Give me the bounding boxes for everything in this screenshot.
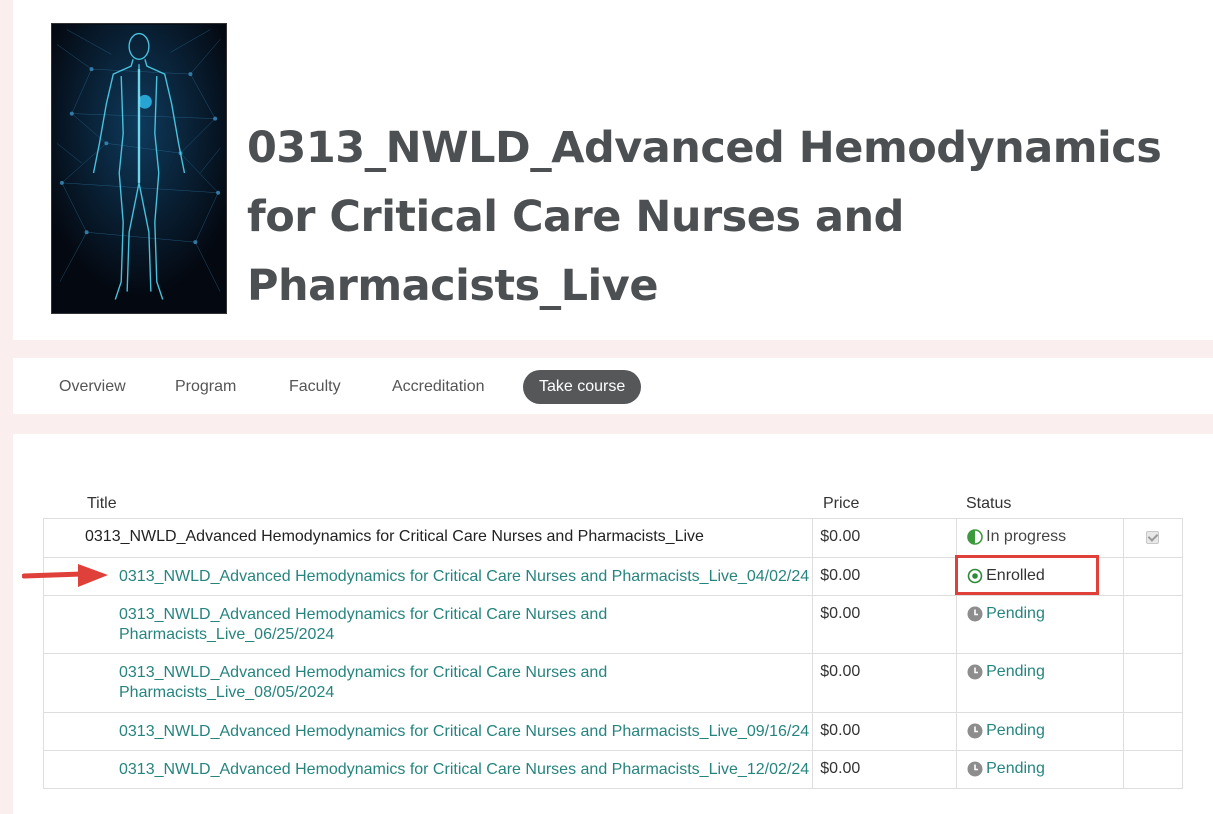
price-cell: $0.00 [812, 653, 958, 713]
clock-icon [967, 761, 983, 777]
highlight-box [955, 555, 1099, 595]
status-label: Pending [986, 605, 1045, 622]
column-header-status: Status [966, 495, 1012, 512]
course-header: 0313_NWLD_Advanced Hemodynamics for Crit… [13, 0, 1213, 340]
session-link[interactable]: 0313_NWLD_Advanced Hemodynamics for Crit… [44, 605, 812, 645]
status-badge: Pending [967, 722, 1045, 740]
course-image [51, 23, 227, 314]
session-link[interactable]: 0313_NWLD_Advanced Hemodynamics for Crit… [44, 663, 812, 703]
status-badge: Pending [967, 663, 1045, 681]
session-link-line2: Pharmacists_Live_06/25/2024 [119, 626, 335, 643]
tab-faculty[interactable]: Faculty [289, 370, 341, 404]
tab-bar: Overview Program Faculty Accreditation T… [13, 358, 1213, 414]
tab-accreditation[interactable]: Accreditation [392, 370, 485, 404]
status-badge: Pending [967, 760, 1045, 778]
status-badge: In progress [967, 528, 1066, 546]
price-cell: $0.00 [812, 518, 958, 558]
column-header-price: Price [823, 495, 860, 512]
tab-take-course[interactable]: Take course [523, 370, 642, 404]
session-link[interactable]: 0313_NWLD_Advanced Hemodynamics for Crit… [44, 567, 812, 587]
status-label: Pending [986, 663, 1045, 680]
course-title: 0313_NWLD_Advanced Hemodynamics for Crit… [247, 123, 1162, 311]
session-link[interactable]: 0313_NWLD_Advanced Hemodynamics for Crit… [44, 760, 812, 780]
session-link[interactable]: 0313_NWLD_Advanced Hemodynamics for Crit… [44, 722, 812, 742]
clock-icon [967, 606, 983, 622]
clock-icon [967, 664, 983, 680]
session-link-line1: 0313_NWLD_Advanced Hemodynamics for Crit… [119, 664, 608, 681]
clock-icon [967, 723, 983, 739]
session-link-line1: 0313_NWLD_Advanced Hemodynamics for Crit… [119, 606, 608, 623]
status-label: In progress [986, 528, 1067, 545]
table-row: 0313_NWLD_Advanced Hemodynamics for Crit… [42, 518, 1183, 558]
table-row: 0313_NWLD_Advanced Hemodynamics for Crit… [42, 595, 1183, 654]
table-row: 0313_NWLD_Advanced Hemodynamics for Crit… [42, 712, 1183, 751]
completed-checkbox[interactable] [1146, 531, 1159, 544]
table-row: 0313_NWLD_Advanced Hemodynamics for Crit… [42, 653, 1183, 713]
status-badge: Pending [967, 605, 1045, 623]
price-cell: $0.00 [812, 712, 958, 751]
status-label: Pending [986, 760, 1045, 777]
status-label: Pending [986, 722, 1045, 739]
tab-program[interactable]: Program [175, 370, 236, 404]
session-link-line2: Pharmacists_Live_08/05/2024 [119, 684, 335, 701]
course-title-cell: 0313_NWLD_Advanced Hemodynamics for Crit… [85, 528, 704, 545]
arrow-annotation-icon [22, 564, 108, 587]
table-row: 0313_NWLD_Advanced Hemodynamics for Crit… [42, 750, 1183, 789]
half-circle-icon [967, 529, 983, 545]
tab-overview[interactable]: Overview [59, 370, 126, 404]
price-cell: $0.00 [812, 557, 958, 596]
column-header-title: Title [87, 495, 117, 512]
price-cell: $0.00 [812, 595, 958, 654]
human-circulatory-system-image [52, 24, 226, 313]
price-cell: $0.00 [812, 750, 958, 789]
